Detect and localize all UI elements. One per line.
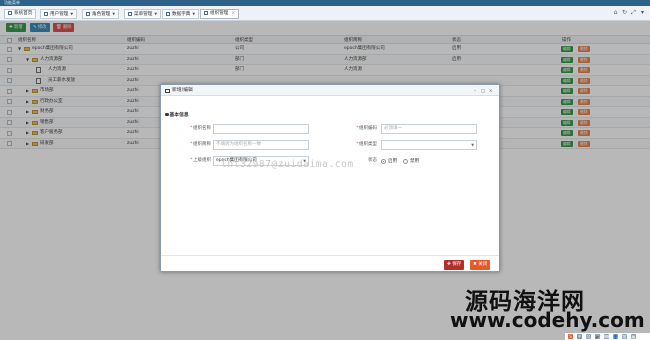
window-icon	[165, 88, 170, 93]
chevron-down-icon: ▼	[154, 12, 158, 16]
parent-org-label: *上级组织	[190, 158, 211, 163]
tab-label: 用户管理	[50, 12, 69, 17]
tab-label: 角色管理	[92, 12, 111, 17]
status-enabled-radio[interactable]	[381, 158, 386, 164]
language-icon[interactable]: 中	[577, 334, 582, 339]
tab-label: 数据字典	[172, 12, 191, 17]
app-s-icon[interactable]: S	[568, 334, 573, 339]
role-tab-icon	[86, 11, 90, 16]
status-enabled-label: 启用	[388, 158, 397, 164]
org-short-label: *组织简称	[190, 142, 211, 147]
status-disabled-label: 禁用	[410, 158, 419, 164]
org-code-field[interactable]: 必须填一	[381, 124, 477, 134]
home-icon[interactable]: ⌂	[612, 9, 619, 17]
org-tab-icon	[204, 10, 208, 15]
maximize-icon[interactable]: □	[481, 85, 485, 96]
org-type-label: *组织类型	[356, 142, 377, 147]
tab-bar: 系统首页 用户管理 ▼ 角色管理 ▼ 菜单管理 ▼ 数据字典 ▼ 组织管理 × ⌂ ↻ ⤢…	[0, 6, 650, 21]
bullet-icon	[165, 112, 169, 116]
dialog-footer: ✚ 保存 ✖ 关闭	[161, 255, 499, 272]
org-type-select[interactable]: ▼	[381, 140, 477, 150]
tab-data-dictionary[interactable]: 数据字典 ▼	[162, 9, 200, 19]
tab-label: 系统首页	[14, 11, 33, 16]
dictionary-tab-icon	[166, 11, 170, 16]
tab-menu-management[interactable]: 菜单管理 ▼	[124, 9, 162, 19]
brand-url: www.codehy.com	[450, 308, 645, 332]
dialog-title: 新增/编辑	[172, 88, 193, 93]
tab-role-management[interactable]: 角色管理 ▼	[82, 9, 120, 19]
tab-label: 组织管理	[210, 11, 229, 16]
tab-home[interactable]: 系统首页	[4, 9, 37, 19]
tab-label: 菜单管理	[134, 12, 153, 17]
grid-icon[interactable]: ▦	[631, 334, 636, 339]
home-tab-icon	[8, 10, 12, 15]
status-disabled-radio[interactable]	[403, 158, 408, 164]
dialog-header: 新增/编辑 – □ ×	[161, 85, 499, 96]
shirt-icon[interactable]: 👕	[622, 334, 627, 339]
close-button-label: 关闭	[478, 262, 488, 267]
titlebar-text: 功能菜单	[4, 0, 20, 5]
tab-user-management[interactable]: 用户管理 ▼	[40, 9, 78, 19]
user-tab-icon	[44, 11, 48, 16]
chevron-down-icon: ▼	[70, 12, 74, 16]
save-button-label: 保存	[452, 262, 462, 267]
org-name-label: *组织名称	[190, 126, 211, 131]
close-icon[interactable]: ×	[489, 85, 493, 96]
keyboard-icon[interactable]: ⌨	[604, 334, 610, 339]
close-tab-icon[interactable]: ×	[231, 11, 235, 16]
system-tray: S 中 ☺ 🎤 ⌨ 👤 👕 ▦	[565, 333, 650, 340]
tab-org-management[interactable]: 组织管理 ×	[200, 9, 240, 19]
minimize-icon[interactable]: –	[474, 85, 476, 96]
more-icon[interactable]: ▾	[639, 9, 646, 17]
section-title: 基本信息	[169, 113, 189, 118]
org-code-label: *组织编码	[356, 126, 377, 131]
org-short-field[interactable]: 不填则为组织名称一致	[213, 140, 309, 150]
watermark-text: lhl32987@zuidaima.com	[221, 159, 354, 170]
section-basic-info: 基本信息	[165, 111, 189, 118]
fullscreen-icon[interactable]: ⤢	[630, 9, 637, 17]
chevron-down-icon: ▼	[112, 12, 116, 16]
org-name-field[interactable]	[213, 124, 309, 134]
org-edit-dialog: 新增/编辑 – □ × 基本信息 *组织名称 *组织编码 必须填一 *组织简称 …	[160, 84, 500, 272]
chevron-down-icon: ▼	[471, 143, 474, 147]
microphone-icon[interactable]: 🎤	[595, 334, 600, 339]
chevron-down-icon: ▼	[192, 12, 196, 16]
user-icon[interactable]: 👤	[613, 334, 618, 339]
refresh-icon[interactable]: ↻	[621, 9, 628, 17]
emoji-icon[interactable]: ☺	[586, 334, 591, 339]
close-button[interactable]: ✖ 关闭	[470, 260, 491, 270]
menu-tab-icon	[128, 11, 132, 16]
save-button[interactable]: ✚ 保存	[444, 260, 465, 270]
